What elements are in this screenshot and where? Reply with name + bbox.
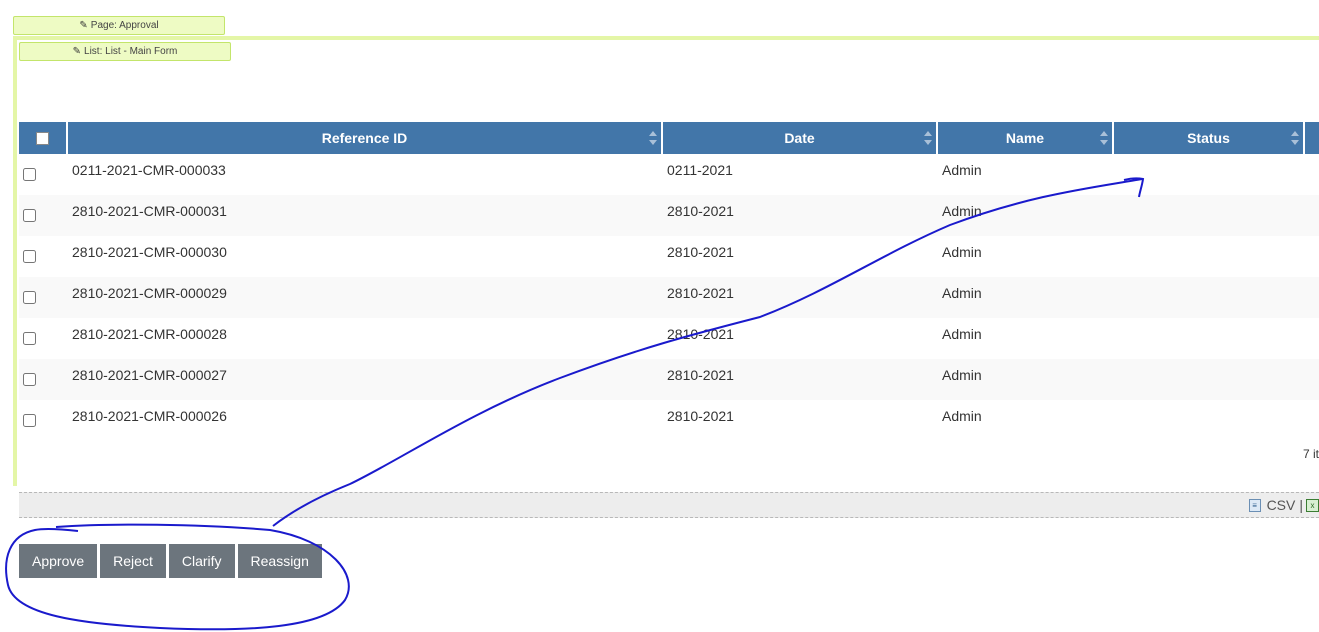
row-checkbox[interactable]	[23, 209, 36, 222]
cell-reference-id: 2810-2021-CMR-000030	[72, 244, 227, 260]
clarify-button[interactable]: Clarify	[168, 544, 235, 578]
list-edit-tag[interactable]: ✎ List: List - Main Form	[19, 42, 231, 61]
select-all-header	[19, 122, 66, 154]
sort-icon	[1100, 131, 1108, 145]
cell-date: 2810-2021	[667, 326, 734, 342]
table-row[interactable]: 2810-2021-CMR-000029 2810-2021 Admin	[19, 277, 1319, 318]
cell-name: Admin	[942, 203, 982, 219]
cell-reference-id: 2810-2021-CMR-000026	[72, 408, 227, 424]
page-tag-label: Page: Approval	[90, 20, 159, 31]
cell-date: 2810-2021	[667, 244, 734, 260]
reassign-button[interactable]: Reassign	[237, 544, 322, 578]
cell-name: Admin	[942, 162, 982, 178]
list-frame-top	[13, 36, 1319, 40]
column-header-date[interactable]: Date	[663, 122, 936, 154]
cell-reference-id: 2810-2021-CMR-000029	[72, 285, 227, 301]
cell-date: 2810-2021	[667, 285, 734, 301]
table-row[interactable]: 2810-2021-CMR-000028 2810-2021 Admin	[19, 318, 1319, 359]
row-checkbox[interactable]	[23, 168, 36, 181]
action-buttons: Approve Reject Clarify Reassign	[19, 544, 322, 578]
csv-link[interactable]: CSV	[1267, 497, 1296, 513]
cell-name: Admin	[942, 367, 982, 383]
data-table: Reference ID Date Name Status 0211-2021-…	[19, 122, 1319, 441]
column-header-reference-id[interactable]: Reference ID	[68, 122, 661, 154]
cell-name: Admin	[942, 408, 982, 424]
list-tag-label: List: List - Main Form	[84, 46, 178, 57]
row-checkbox[interactable]	[23, 250, 36, 263]
page-edit-tag[interactable]: ✎ Page: Approval	[13, 16, 225, 35]
table-header: Reference ID Date Name Status	[19, 122, 1319, 154]
cell-date: 2810-2021	[667, 367, 734, 383]
approve-button[interactable]: Approve	[19, 544, 98, 578]
sort-icon	[924, 131, 932, 145]
row-checkbox[interactable]	[23, 291, 36, 304]
items-count: 7 it	[1303, 447, 1319, 461]
row-checkbox[interactable]	[23, 373, 36, 386]
sort-icon	[649, 131, 657, 145]
column-header-label: Name	[1005, 130, 1045, 146]
column-header-extra	[1305, 122, 1319, 154]
sort-icon	[1291, 131, 1299, 145]
cell-reference-id: 2810-2021-CMR-000027	[72, 367, 227, 383]
table-row[interactable]: 2810-2021-CMR-000031 2810-2021 Admin	[19, 195, 1319, 236]
row-checkbox[interactable]	[23, 332, 36, 345]
export-links: ≡ CSV | x	[1248, 497, 1319, 513]
cell-name: Admin	[942, 244, 982, 260]
pencil-icon: ✎	[72, 46, 82, 57]
select-all-checkbox[interactable]	[36, 131, 49, 145]
cell-date: 2810-2021	[667, 408, 734, 424]
table-row[interactable]: 2810-2021-CMR-000026 2810-2021 Admin	[19, 400, 1319, 441]
cell-date: 2810-2021	[667, 203, 734, 219]
column-header-status[interactable]: Status	[1114, 122, 1303, 154]
excel-file-icon[interactable]: x	[1306, 498, 1319, 512]
export-separator: |	[1299, 497, 1303, 513]
row-checkbox[interactable]	[23, 414, 36, 427]
csv-file-icon[interactable]: ≡	[1248, 498, 1261, 512]
export-bar: ≡ CSV | x	[19, 492, 1319, 518]
table-row[interactable]: 2810-2021-CMR-000030 2810-2021 Admin	[19, 236, 1319, 277]
cell-name: Admin	[942, 285, 982, 301]
column-header-name[interactable]: Name	[938, 122, 1112, 154]
table-row[interactable]: 2810-2021-CMR-000027 2810-2021 Admin	[19, 359, 1319, 400]
list-frame-left	[13, 36, 17, 486]
pencil-icon: ✎	[79, 20, 88, 31]
column-header-label: Reference ID	[321, 130, 408, 146]
cell-reference-id: 2810-2021-CMR-000028	[72, 326, 227, 342]
cell-reference-id: 0211-2021-CMR-000033	[72, 162, 226, 178]
cell-date: 0211-2021	[667, 162, 733, 178]
cell-reference-id: 2810-2021-CMR-000031	[72, 203, 227, 219]
table-row[interactable]: 0211-2021-CMR-000033 0211-2021 Admin	[19, 154, 1319, 195]
cell-name: Admin	[942, 326, 982, 342]
column-header-label: Status	[1187, 130, 1230, 146]
column-header-label: Date	[784, 130, 815, 146]
reject-button[interactable]: Reject	[100, 544, 166, 578]
